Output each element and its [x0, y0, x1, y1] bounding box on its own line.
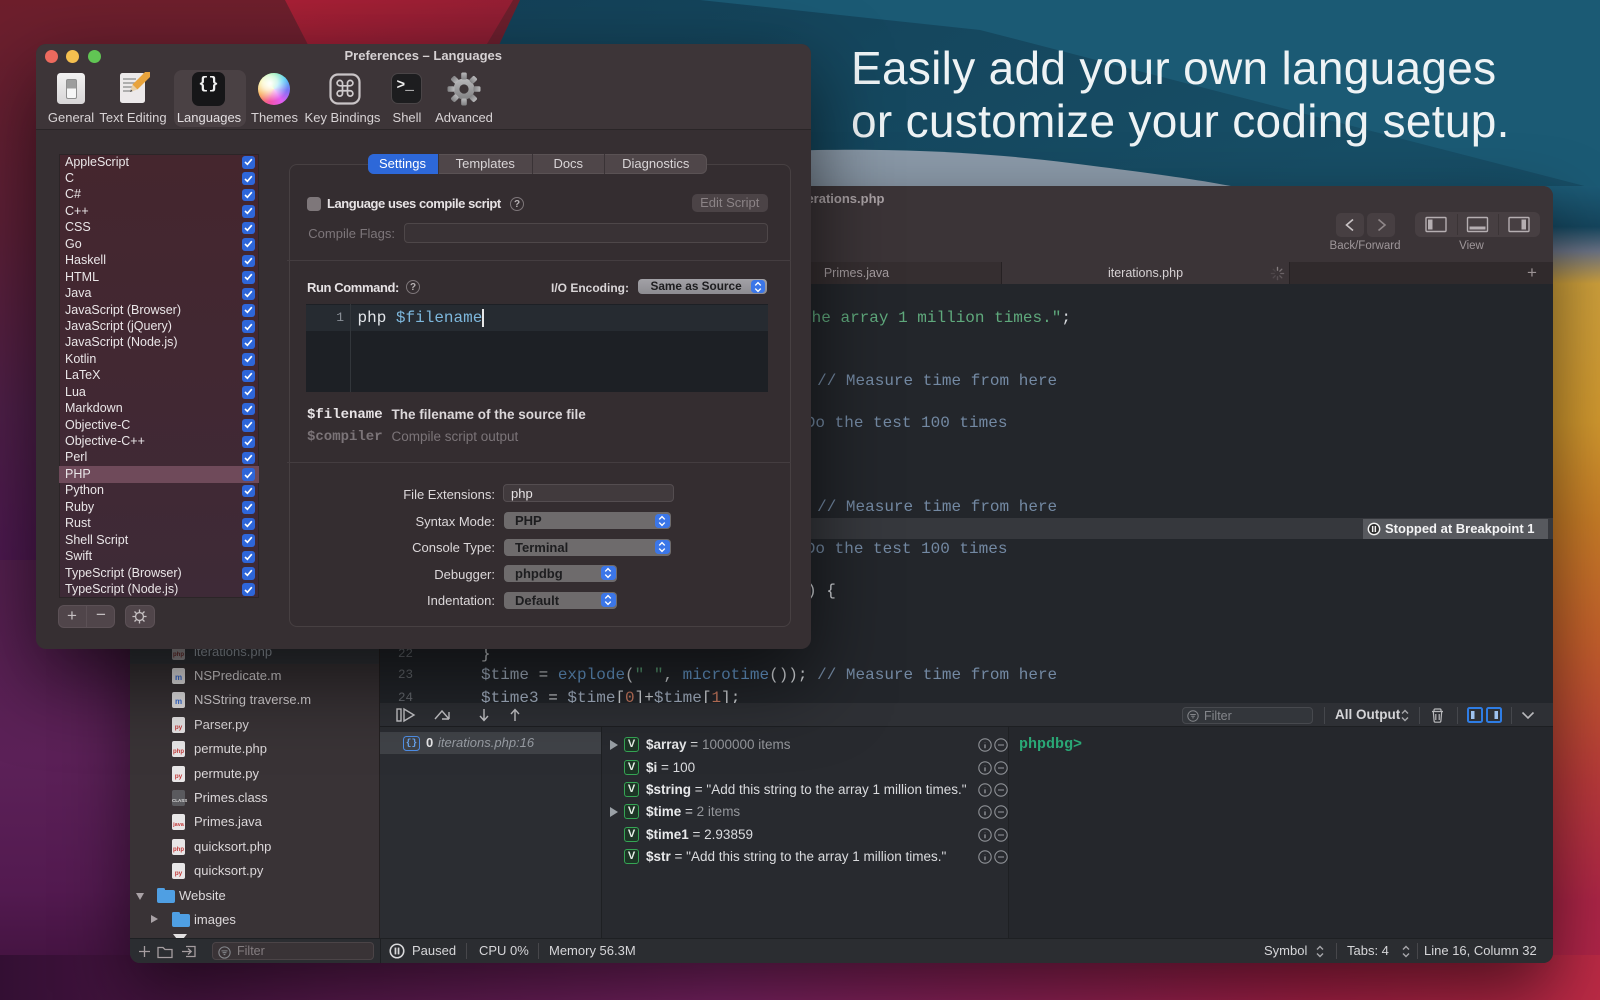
- svg-text:⌘: ⌘: [334, 76, 357, 102]
